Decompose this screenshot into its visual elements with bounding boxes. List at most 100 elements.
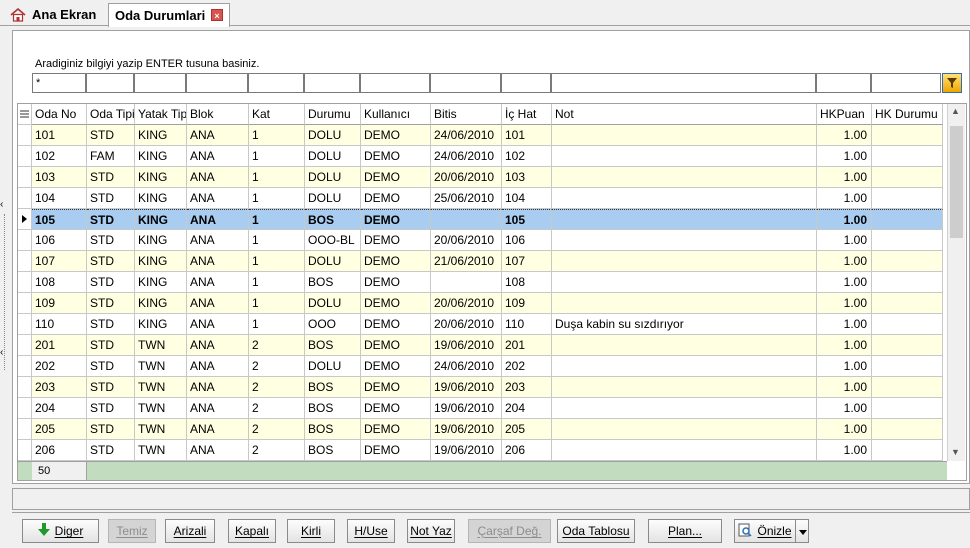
grid-cell[interactable]	[552, 125, 817, 146]
grid-cell[interactable]: 19/06/2010	[431, 440, 502, 461]
grid-cell[interactable]: 205	[32, 419, 87, 440]
grid-cell[interactable]: ANA	[187, 398, 249, 419]
grid-cell[interactable]: 203	[502, 377, 552, 398]
grid-cell[interactable]: 24/06/2010	[431, 356, 502, 377]
grid-cell[interactable]	[872, 377, 943, 398]
grid-cell[interactable]	[872, 251, 943, 272]
grid-cell[interactable]	[872, 440, 943, 461]
column-header[interactable]: Oda No	[32, 104, 87, 125]
grid-cell[interactable]: ANA	[187, 335, 249, 356]
grid-cell[interactable]: BOS	[305, 440, 361, 461]
grid-cell[interactable]	[552, 293, 817, 314]
grid-cell[interactable]: 106	[32, 230, 87, 251]
row-indicator[interactable]	[18, 251, 32, 272]
row-indicator[interactable]	[18, 272, 32, 293]
grid-cell[interactable]	[872, 293, 943, 314]
grid-cell[interactable]: DEMO	[361, 272, 431, 293]
grid-cell[interactable]: 1.00	[817, 314, 872, 335]
grid-cell[interactable]: 1	[249, 209, 305, 230]
diger-button[interactable]: Diger	[22, 519, 99, 543]
grid-cell[interactable]: 110	[502, 314, 552, 335]
grid-cell[interactable]: 21/06/2010	[431, 251, 502, 272]
grid-cell[interactable]: Duşa kabin su sızdırıyor	[552, 314, 817, 335]
grid-cell[interactable]	[872, 272, 943, 293]
filter-blok[interactable]	[186, 73, 248, 93]
grid-cell[interactable]: DEMO	[361, 251, 431, 272]
grid-cell[interactable]: ANA	[187, 167, 249, 188]
grid-cell[interactable]: 1.00	[817, 251, 872, 272]
grid-cell[interactable]: 2	[249, 398, 305, 419]
table-row[interactable]: 108 STD KING ANA 1 BOS DEMO 108 1.00	[18, 272, 943, 293]
grid-cell[interactable]: 19/06/2010	[431, 335, 502, 356]
table-row[interactable]: 109 STD KING ANA 1 DOLU DEMO 20/06/2010 109 1.00	[18, 293, 943, 314]
grid-cell[interactable]	[872, 146, 943, 167]
grid-cell[interactable]: DOLU	[305, 356, 361, 377]
grid-cell[interactable]: STD	[87, 398, 135, 419]
grid-cell[interactable]: 201	[32, 335, 87, 356]
left-splitter[interactable]: ‹ ‹	[0, 26, 10, 486]
grid-cell[interactable]	[552, 419, 817, 440]
filter-kat[interactable]	[248, 73, 304, 93]
grid-cell[interactable]: KING	[135, 146, 187, 167]
row-indicator[interactable]	[18, 335, 32, 356]
grid-cell[interactable]: STD	[87, 335, 135, 356]
grid-cell[interactable]	[552, 272, 817, 293]
grid-cell[interactable]: DEMO	[361, 398, 431, 419]
grid-cell[interactable]: STD	[87, 125, 135, 146]
grid-cell[interactable]	[872, 419, 943, 440]
grid-cell[interactable]: ANA	[187, 272, 249, 293]
grid-cell[interactable]: BOS	[305, 209, 361, 230]
grid-cell[interactable]: 1.00	[817, 230, 872, 251]
table-row[interactable]: 205 STD TWN ANA 2 BOS DEMO 19/06/2010 205 1.00	[18, 419, 943, 440]
grid-cell[interactable]: ANA	[187, 377, 249, 398]
grid-cell[interactable]: STD	[87, 272, 135, 293]
grid-cell[interactable]: 202	[502, 356, 552, 377]
grid-cell[interactable]: 1.00	[817, 335, 872, 356]
grid-cell[interactable]: 19/06/2010	[431, 377, 502, 398]
column-header[interactable]: Oda Tipi	[87, 104, 135, 125]
grid-cell[interactable]: 1.00	[817, 146, 872, 167]
grid-cell[interactable]: 19/06/2010	[431, 419, 502, 440]
grid-cell[interactable]: 1.00	[817, 440, 872, 461]
grid-cell[interactable]: 25/06/2010	[431, 188, 502, 209]
grid-cell[interactable]: 1	[249, 251, 305, 272]
column-header[interactable]: HKPuan	[817, 104, 872, 125]
grid-cell[interactable]: TWN	[135, 398, 187, 419]
grid-cell[interactable]: 110	[32, 314, 87, 335]
table-row[interactable]: 201 STD TWN ANA 2 BOS DEMO 19/06/2010 201 1.00	[18, 335, 943, 356]
grid-cell[interactable]: TWN	[135, 377, 187, 398]
collapse-left-icon-2[interactable]: ‹	[0, 348, 8, 358]
grid-cell[interactable]: 1.00	[817, 188, 872, 209]
filter-ic-hat[interactable]	[501, 73, 551, 93]
filter-kullanici[interactable]	[360, 73, 430, 93]
grid-cell[interactable]	[552, 251, 817, 272]
grid-cell[interactable]: ANA	[187, 188, 249, 209]
oda-tablosu-button[interactable]: Oda Tablosu	[557, 519, 635, 543]
temiz-button[interactable]: Temiz	[108, 519, 156, 543]
table-row[interactable]: 106 STD KING ANA 1 OOO-BL DEMO 20/06/2010 106 1.0…	[18, 230, 943, 251]
grid-cell[interactable]: 1	[249, 272, 305, 293]
table-row[interactable]: 101 STD KING ANA 1 DOLU DEMO 24/06/2010 101 1.00	[18, 125, 943, 146]
grid-cell[interactable]: 107	[502, 251, 552, 272]
filter-oda-tipi[interactable]	[86, 73, 134, 93]
grid-cell[interactable]: KING	[135, 167, 187, 188]
grid-cell[interactable]	[872, 209, 943, 230]
grid-cell[interactable]: 1.00	[817, 356, 872, 377]
grid-cell[interactable]: DEMO	[361, 356, 431, 377]
grid-cell[interactable]: 204	[32, 398, 87, 419]
column-header[interactable]: Durumu	[305, 104, 361, 125]
huse-button[interactable]: H/Use	[347, 519, 395, 543]
table-row[interactable]: 206 STD TWN ANA 2 BOS DEMO 19/06/2010 206 1.00	[18, 440, 943, 461]
plan-button[interactable]: Plan...	[648, 519, 722, 543]
grid-cell[interactable]: STD	[87, 377, 135, 398]
grid-cell[interactable]: 103	[32, 167, 87, 188]
filter-hk-durumu[interactable]	[871, 73, 941, 93]
filter-button[interactable]	[942, 73, 962, 93]
grid-cell[interactable]	[872, 125, 943, 146]
row-indicator[interactable]	[18, 230, 32, 251]
collapse-left-icon[interactable]: ‹	[0, 200, 8, 210]
filter-yatak-tipi[interactable]	[134, 73, 186, 93]
grid-cell[interactable]	[552, 146, 817, 167]
row-indicator[interactable]	[18, 146, 32, 167]
grid-cell[interactable]: DEMO	[361, 167, 431, 188]
